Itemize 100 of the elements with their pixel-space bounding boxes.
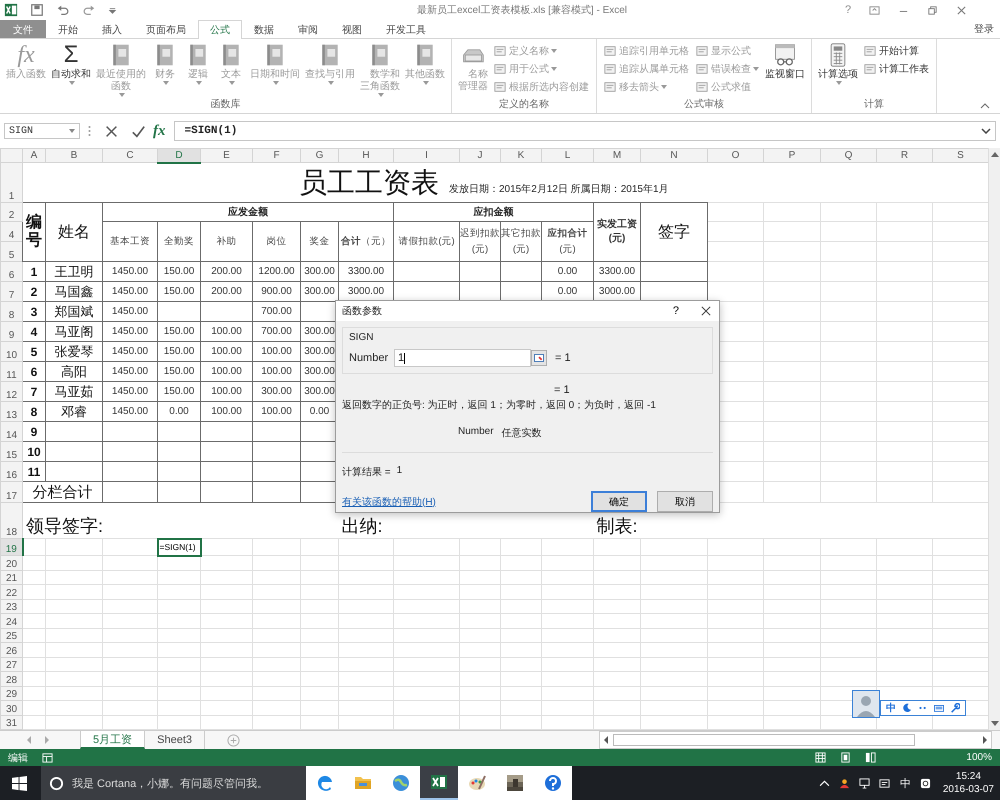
row-header[interactable]: 23 [0, 599, 22, 614]
column-header[interactable]: A [22, 148, 46, 162]
input-method-indicator[interactable]: 中 [900, 776, 911, 790]
close-icon[interactable] [701, 306, 711, 316]
cortana-search-box[interactable]: 我是 Cortana，小娜。有问题尽管问我。 [41, 766, 306, 800]
avatar-icon[interactable] [852, 690, 880, 718]
ribbon-tab[interactable]: 视图 [330, 20, 374, 38]
column-header[interactable]: O [708, 148, 764, 162]
column-header[interactable]: K [500, 148, 542, 162]
column-header[interactable]: E [200, 148, 252, 162]
sheet-tab[interactable]: 5月工资 [80, 731, 146, 749]
column-header[interactable]: B [46, 148, 102, 162]
column-header[interactable]: I [394, 148, 460, 162]
row-header[interactable]: 17 [0, 482, 22, 502]
check-icon[interactable] [132, 124, 145, 138]
help-button[interactable]: ? [845, 4, 852, 16]
input-mode-toggle[interactable]: 中 [886, 701, 896, 715]
cancel-icon[interactable] [105, 124, 118, 138]
column-header[interactable]: S [932, 148, 988, 162]
redo-icon[interactable] [82, 3, 96, 17]
row-header[interactable]: 13 [0, 402, 22, 422]
moon-icon[interactable] [902, 703, 912, 713]
undo-icon[interactable] [56, 3, 70, 17]
keyboard-icon[interactable] [920, 778, 931, 788]
normal-view-icon[interactable] [815, 752, 826, 763]
expand-icon[interactable] [981, 128, 991, 134]
row-header[interactable]: 16 [0, 462, 22, 482]
argument-input[interactable]: 1 [394, 349, 531, 367]
scroll-right-icon[interactable] [982, 736, 988, 744]
ribbon-tab[interactable]: 开发工具 [374, 20, 438, 38]
row-header[interactable]: 20 [0, 556, 22, 570]
row-header[interactable]: 9 [0, 322, 22, 342]
windows-logo-icon[interactable] [12, 776, 27, 790]
ribbon-button[interactable]: 计算工作表 [864, 61, 929, 76]
column-header[interactable]: G [300, 148, 338, 162]
notification-icon[interactable] [878, 778, 890, 788]
row-header[interactable]: 10 [0, 342, 22, 362]
sign-in-link[interactable]: 登录 [974, 20, 994, 38]
name-box[interactable]: SIGN [4, 123, 80, 139]
row-header[interactable]: 25 [0, 628, 22, 642]
row-header[interactable]: 24 [0, 614, 22, 628]
row-header[interactable]: 12 [0, 382, 22, 402]
help-link[interactable]: 有关该函数的帮助(H) [342, 494, 436, 508]
row-header[interactable]: 18 [0, 502, 22, 538]
scroll-thumb[interactable] [613, 734, 915, 746]
insert-function-button[interactable]: fx [153, 122, 166, 140]
column-header[interactable]: C [102, 148, 158, 162]
collapse-ribbon-icon[interactable] [980, 103, 990, 109]
column-header[interactable]: P [764, 148, 820, 162]
network-icon[interactable] [858, 778, 870, 788]
row-header[interactable]: 1 [0, 162, 22, 202]
page-break-icon[interactable] [865, 752, 876, 763]
row-header[interactable]: 7 [0, 282, 22, 302]
row-header[interactable]: 22 [0, 584, 22, 599]
active-cell[interactable]: =SIGN(1) [158, 538, 200, 556]
column-header[interactable]: L [542, 148, 594, 162]
people-icon[interactable] [838, 778, 850, 788]
vertical-scrollbar[interactable] [988, 148, 1000, 730]
restore-icon[interactable] [927, 4, 938, 16]
row-header[interactable]: 2 [0, 202, 22, 222]
ribbon-tab[interactable]: 开始 [46, 20, 90, 38]
row-header[interactable]: 28 [0, 672, 22, 686]
column-header[interactable]: D [158, 148, 200, 162]
column-header[interactable]: H [338, 148, 394, 162]
row-header[interactable]: 11 [0, 362, 22, 382]
ribbon-tab[interactable]: 插入 [90, 20, 134, 38]
column-header[interactable]: N [640, 148, 708, 162]
formula-field[interactable]: =SIGN(1) [174, 121, 996, 141]
row-header[interactable]: 14 [0, 422, 22, 442]
row-header[interactable]: 26 [0, 642, 22, 657]
row-header[interactable]: 31 [0, 715, 22, 730]
scroll-down-icon[interactable] [990, 721, 998, 727]
ribbon-tab[interactable]: 审阅 [286, 20, 330, 38]
cancel-button[interactable]: 取消 [657, 491, 713, 512]
column-header[interactable]: R [876, 148, 932, 162]
column-header[interactable]: J [460, 148, 500, 162]
row-header[interactable]: 30 [0, 700, 22, 715]
column-header[interactable]: F [252, 148, 300, 162]
ribbon-tab[interactable]: 数据 [242, 20, 286, 38]
ribbon-display-icon[interactable] [869, 4, 880, 16]
row-header[interactable]: 15 [0, 442, 22, 462]
column-header[interactable]: M [594, 148, 640, 162]
row-header[interactable]: 8 [0, 302, 22, 322]
row-header[interactable]: 6 [0, 262, 22, 282]
scroll-up-icon[interactable] [990, 151, 998, 157]
taskbar-app[interactable] [420, 766, 458, 800]
ribbon-button[interactable]: 计算选项 [816, 43, 860, 85]
row-header[interactable]: 27 [0, 657, 22, 672]
customize-caret-icon[interactable] [108, 6, 117, 14]
macro-record-icon[interactable] [42, 752, 53, 763]
save-icon[interactable] [30, 3, 44, 17]
scroll-left-icon[interactable] [603, 736, 609, 744]
ok-button[interactable]: 确定 [591, 491, 647, 512]
ribbon-button[interactable]: 监视窗口 [763, 43, 807, 81]
page-layout-icon[interactable] [840, 752, 852, 763]
row-header[interactable]: 4 [0, 222, 22, 242]
wrench-icon[interactable] [950, 703, 960, 713]
horizontal-scrollbar[interactable] [599, 731, 992, 749]
row-header[interactable]: 5 [0, 242, 22, 262]
row-header[interactable]: 29 [0, 686, 22, 700]
